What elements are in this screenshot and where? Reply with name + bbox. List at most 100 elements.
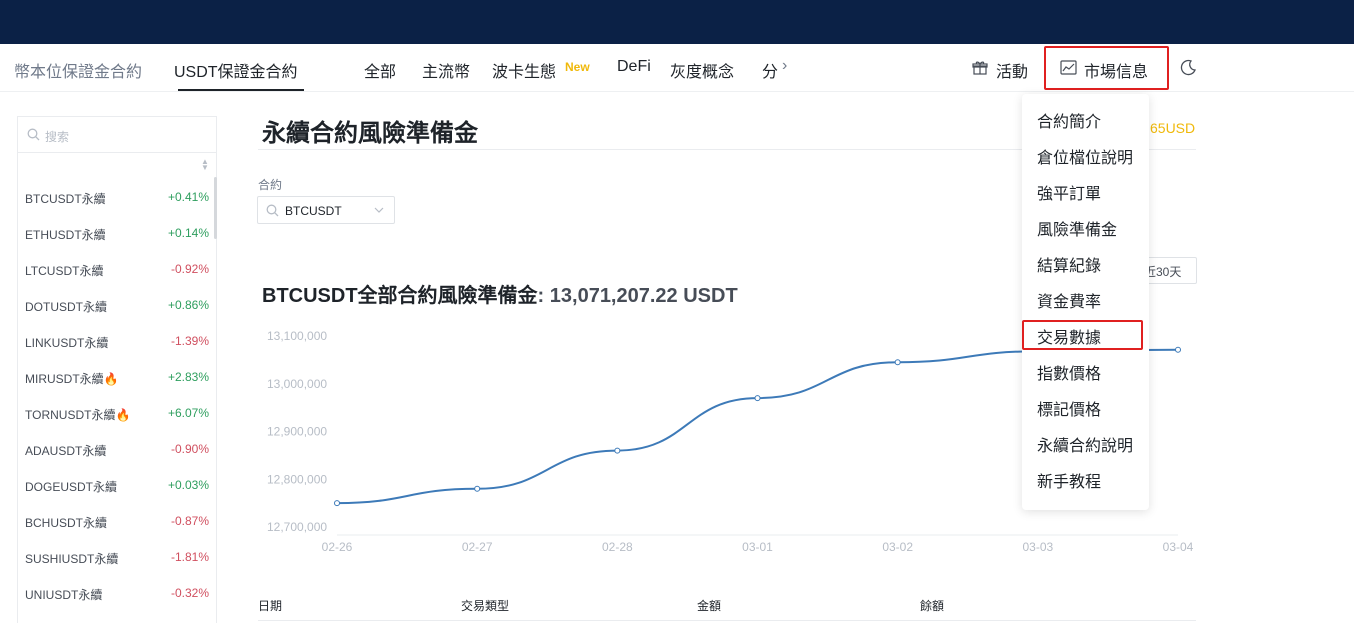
sort-icon[interactable]: ▲ ▼ [201,158,209,172]
search-icon [266,204,279,217]
search-input[interactable]: 搜索 [45,128,69,145]
list-item[interactable]: LTCUSDT永續 -0.92% [18,251,216,287]
active-tab-underline [178,89,304,91]
x-tick-label: 03-03 [1022,540,1053,554]
x-tick-label: 02-27 [462,540,493,554]
symbol-name: MIRUSDT永續🔥 [25,372,119,386]
insurance-amount-partial: 65USD [1150,120,1196,136]
data-point[interactable] [334,500,340,507]
data-point[interactable] [1175,346,1181,353]
list-item[interactable]: UNIUSDT永續 -0.32% [18,575,216,611]
table-header-type: 交易類型 [461,599,510,613]
symbol-name: BCHUSDT永續 [25,516,108,530]
symbol-name: SUSHIUSDT永續 [25,552,119,566]
dropdown-item[interactable]: 標記價格 [1037,396,1101,420]
dropdown-item[interactable]: 風險準備金 [1037,216,1117,240]
dropdown-item[interactable]: 永續合約說明 [1037,432,1133,456]
symbol-name: LINKUSDT永續 [25,336,109,350]
category-defi[interactable]: DeFi [617,58,651,76]
chart-title-value: : 13,071,207.22 USDT [537,285,738,307]
tab-coin-margined[interactable]: 幣本位保證金合約 [14,58,142,82]
gift-icon [972,61,988,75]
symbol-change: -0.87% [170,514,209,528]
list-item[interactable]: BTCUSDT永續 +0.41% [18,179,216,215]
category-more[interactable]: 分 [762,58,778,82]
category-grayscale[interactable]: 灰度概念 [670,58,734,82]
market-info-dropdown: 合約簡介倉位檔位說明 強平訂單風險準備金結算紀錄資金費率交易數據指數價格標記價格永… [1022,94,1149,510]
table-header-divider [258,620,1196,621]
dropdown-item[interactable]: 指數價格 [1037,360,1101,384]
list-item[interactable]: DOTUSDT永續 +0.86% [18,287,216,323]
symbol-name: TORNUSDT永續🔥 [25,408,131,422]
symbol-name: LTCUSDT永續 [25,264,104,278]
category-polkadot[interactable]: 波卡生態 [492,58,556,82]
symbol-change: -0.32% [170,586,209,600]
symbol-change: +0.03% [167,478,209,492]
symbol-name: UNIUSDT永續 [25,588,103,602]
symbol-name: DOTUSDT永續 [25,300,107,314]
data-point[interactable] [474,485,481,492]
symbol-change: -1.39% [170,334,209,348]
symbol-change: +6.07% [167,406,209,420]
tab-usdt-margined[interactable]: USDT保證金合約 [174,58,298,82]
symbol-change: -1.81% [170,550,209,564]
page-title: 永續合約風險準備金 [262,120,478,147]
range-select-label: 近30天 [1144,265,1182,279]
list-item[interactable]: SUSHIUSDT永續 -1.81% [18,539,216,575]
symbol-change: -0.92% [170,262,209,276]
contract-label: 合約 [258,178,283,192]
list-item[interactable]: TORNUSDT永續🔥 +6.07% [18,395,216,431]
dropdown-item[interactable]: 合約簡介 [1037,108,1101,132]
y-tick-label: 13,100,000 [267,329,327,343]
dropdown-item[interactable]: 資金費率 [1037,288,1101,312]
contract-nav: 幣本位保證金合約 USDT保證金合約 全部 主流幣 波卡生態 New DeFi … [0,44,1354,92]
y-tick-label: 12,900,000 [267,425,327,439]
chart-title: BTCUSDT全部合約風險準備金: 13,071,207.22 USDT [262,279,738,308]
x-tick-label: 02-26 [322,540,353,554]
chart-line-icon [1060,60,1077,75]
y-tick-label: 12,700,000 [267,520,327,534]
data-point[interactable] [894,359,901,366]
symbol-change: +0.41% [167,190,209,204]
x-tick-label: 02-28 [602,540,633,554]
x-tick-label: 03-02 [882,540,913,554]
list-item[interactable]: ETHUSDT永續 +0.14% [18,215,216,251]
symbol-name: BTCUSDT永續 [25,192,106,206]
category-mainstream[interactable]: 主流幣 [422,58,470,82]
sidebar-search[interactable]: 搜索 [18,117,216,153]
dropdown-item[interactable]: 強平訂單 [1037,180,1101,204]
moon-icon[interactable] [1180,59,1197,76]
contract-select[interactable]: BTCUSDT [257,196,395,224]
range-select-button[interactable]: 近30天 [1141,257,1197,284]
symbol-change: +0.86% [167,298,209,312]
chevron-right-icon[interactable]: › [782,57,787,75]
y-tick-label: 12,800,000 [267,472,327,486]
dropdown-item[interactable]: 交易數據 [1037,324,1101,348]
dropdown-item[interactable]: 新手教程 [1037,468,1101,492]
dropdown-item[interactable]: 結算紀錄 [1037,252,1101,276]
top-header-bar [0,0,1354,44]
data-point[interactable] [614,447,621,454]
activity-link[interactable]: 活動 [996,58,1028,82]
symbol-name: ADAUSDT永續 [25,444,107,458]
symbol-name: ETHUSDT永續 [25,228,106,242]
search-icon [27,128,40,141]
symbol-list: BTCUSDT永續 +0.41% ETHUSDT永續 +0.14% LTCUSDT永續 -… [18,179,216,611]
list-item[interactable]: BCHUSDT永續 -0.87% [18,503,216,539]
contract-select-value: BTCUSDT [285,204,342,218]
data-point[interactable] [754,395,761,402]
list-item[interactable]: DOGEUSDT永續 +0.03% [18,467,216,503]
symbol-name: DOGEUSDT永續 [25,480,118,494]
list-item[interactable]: LINKUSDT永續 -1.39% [18,323,216,359]
symbol-change: +0.14% [167,226,209,240]
table-header-date: 日期 [258,599,283,613]
list-item[interactable]: MIRUSDT永續🔥 +2.83% [18,359,216,395]
category-all[interactable]: 全部 [364,58,396,82]
y-tick-label: 13,000,000 [267,377,327,391]
symbol-sidebar: 搜索 ▲ ▼ BTCUSDT永續 +0.41% ETHUSDT永續 +0.14% LTCU… [17,116,217,623]
x-tick-label: 03-01 [742,540,773,554]
list-item[interactable]: ADAUSDT永續 -0.90% [18,431,216,467]
symbol-change: -0.90% [170,442,209,456]
market-info-button[interactable]: 市場信息 [1084,58,1148,82]
dropdown-item[interactable]: 倉位檔位說明 [1037,144,1133,168]
